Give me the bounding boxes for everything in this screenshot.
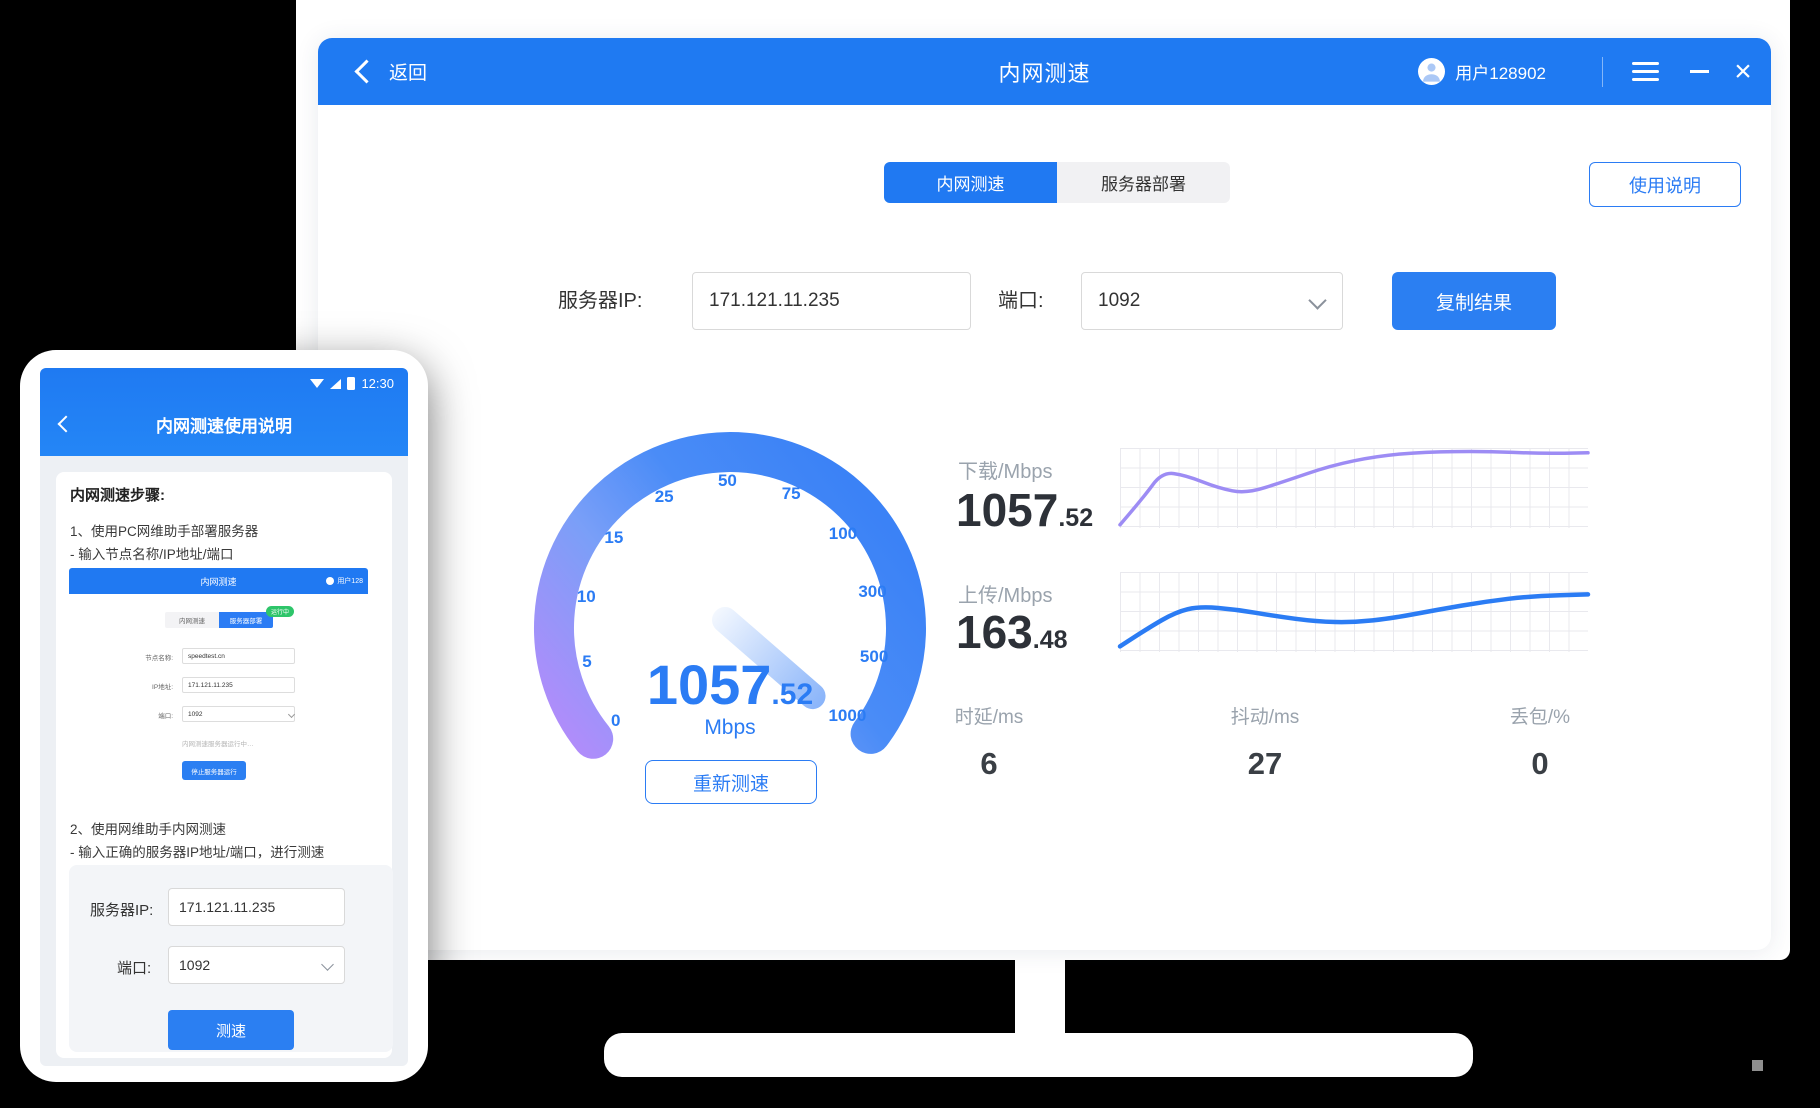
battery-icon	[347, 377, 355, 390]
gauge-tick-label: 25	[655, 487, 674, 507]
steps-title: 内网测速步骤:	[70, 484, 165, 505]
mini-tab-speedtest: 内网测速	[165, 612, 219, 628]
tab-server-deploy[interactable]: 服务器部署	[1057, 162, 1230, 203]
phone-mockup: 12:30 内网测速使用说明 内网测速步骤: 1、使用PC网维助手部署服务器 -…	[20, 350, 428, 1082]
help-button[interactable]: 使用说明	[1589, 162, 1741, 207]
download-value: 1057.52	[956, 483, 1093, 537]
titlebar-divider	[1602, 57, 1603, 87]
upload-label: 上传/Mbps	[958, 579, 1052, 608]
stat-jitter: 抖动/ms 27	[1165, 702, 1365, 782]
retest-button[interactable]: 重新测速	[645, 760, 817, 804]
port-label: 端口:	[998, 272, 1044, 330]
hamburger-menu-icon[interactable]	[1632, 62, 1659, 81]
tab-intranet-speedtest[interactable]: 内网测速	[884, 162, 1057, 203]
gauge-value-int: 1057	[647, 653, 772, 716]
page: 返回 内网测速 用户128902 × 内网测速 服务器部署 使用说明 服务器IP…	[0, 0, 1820, 1108]
mini-user: 用户128	[326, 576, 363, 586]
mini-stop-button: 停止服务器运行	[182, 761, 246, 780]
step1-line2: - 输入节点名称/IP地址/端口	[70, 543, 234, 563]
gauge-tick-label: 15	[604, 528, 623, 548]
step2-line1: 2、使用网维助手内网测速	[70, 818, 226, 838]
phone-status-bar: 12:30	[310, 376, 394, 391]
decorative-dot	[1752, 1060, 1763, 1071]
signal-icon	[330, 379, 341, 389]
copy-result-button[interactable]: 复制结果	[1392, 272, 1556, 330]
server-ip-label: 服务器IP:	[558, 272, 642, 330]
gauge-tick-label: 50	[718, 471, 737, 491]
phone-port-label: 端口:	[117, 957, 151, 978]
mini-titlebar: 内网测速 用户128	[69, 568, 368, 594]
monitor-base	[604, 1033, 1473, 1077]
phone-chevron-down-icon	[321, 958, 334, 971]
download-label: 下载/Mbps	[958, 455, 1052, 484]
gauge-tick-label: 300	[858, 582, 886, 602]
mini-row-port: 端口: 1092	[69, 706, 368, 722]
phone-speedtest-button[interactable]: 测速	[168, 1010, 294, 1050]
window-titlebar: 返回 内网测速 用户128902 ×	[318, 38, 1771, 105]
mini-tab-deploy: 服务器部署	[219, 612, 273, 628]
phone-screen: 12:30 内网测速使用说明 内网测速步骤: 1、使用PC网维助手部署服务器 -…	[40, 368, 408, 1066]
gauge-tick-label: 100	[829, 524, 857, 544]
monitor-stand	[1015, 958, 1065, 1035]
mini-row-ip: IP地址: 171.121.11.235	[69, 677, 368, 693]
port-select-value: 1092	[1098, 290, 1140, 312]
step1-line1: 1、使用PC网维助手部署服务器	[70, 520, 258, 540]
stat-packet-loss: 丢包/% 0	[1440, 702, 1640, 782]
upload-value: 163.48	[956, 605, 1068, 659]
gauge-tick-label: 10	[577, 587, 596, 607]
stat-latency: 时延/ms 6	[889, 702, 1089, 782]
wifi-icon	[310, 379, 324, 388]
mini-running-badge: 运行中	[266, 606, 294, 617]
mini-tab-group: 内网测速 服务器部署	[165, 612, 273, 628]
window-title: 内网测速	[318, 56, 1771, 88]
port-select[interactable]: 1092	[1081, 272, 1343, 330]
upload-chart	[1120, 572, 1588, 652]
user-name: 用户128902	[1455, 59, 1546, 84]
phone-ip-input[interactable]	[168, 888, 345, 926]
user-avatar-icon	[1418, 58, 1445, 85]
tab-group: 内网测速 服务器部署	[884, 162, 1230, 203]
minimize-icon[interactable]	[1690, 70, 1709, 73]
phone-header: 12:30 内网测速使用说明	[40, 368, 408, 456]
user-account[interactable]: 用户128902	[1418, 58, 1546, 85]
phone-ip-label: 服务器IP:	[90, 899, 153, 920]
close-icon[interactable]: ×	[1723, 57, 1763, 87]
step2-line2: - 输入正确的服务器IP地址/端口，进行测速	[70, 841, 324, 861]
phone-page-title: 内网测速使用说明	[40, 412, 408, 437]
gauge-value-dec: .52	[771, 678, 813, 711]
mini-row-node-name: 节点名称: speedtest.cn	[69, 648, 368, 664]
mini-running-note: 内网测速服务器运行中…	[182, 738, 254, 748]
phone-port-select[interactable]: 1092	[168, 946, 345, 984]
mini-avatar-icon	[326, 577, 334, 585]
instructions-card: 内网测速步骤: 1、使用PC网维助手部署服务器 - 输入节点名称/IP地址/端口…	[56, 472, 392, 1058]
mini-app-screenshot: 内网测速 用户128 内网测速 服务器部署 运行中 节点名称: speedtes…	[69, 568, 368, 786]
gauge-tick-label: 75	[782, 484, 801, 504]
chevron-down-icon	[1308, 291, 1326, 309]
mini-title: 内网测速	[69, 575, 368, 588]
server-ip-input[interactable]	[692, 272, 971, 330]
status-time: 12:30	[361, 376, 394, 391]
app-window: 返回 内网测速 用户128902 × 内网测速 服务器部署 使用说明 服务器IP…	[318, 38, 1771, 950]
download-chart	[1120, 448, 1588, 528]
